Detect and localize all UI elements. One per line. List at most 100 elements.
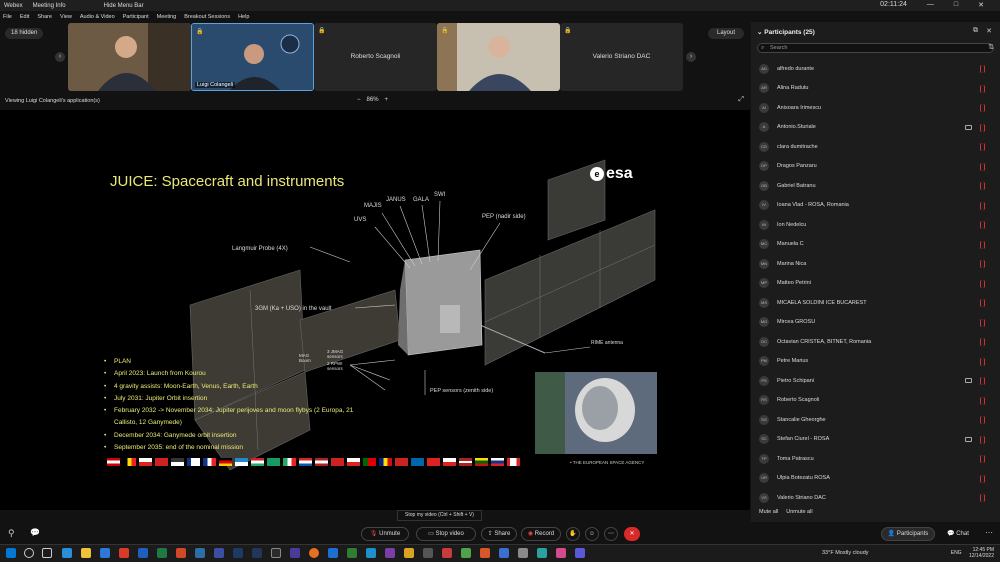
app-icon[interactable]	[499, 548, 509, 558]
app-icon[interactable]	[556, 548, 566, 558]
menu-participant[interactable]: Participant	[123, 14, 149, 20]
participant-row[interactable]: A Antonio.Sturiale	[751, 118, 1000, 138]
leave-meeting-button[interactable]: ✕	[624, 527, 640, 541]
mic-muted-icon[interactable]	[980, 123, 985, 132]
chat-button[interactable]: 💬 Chat	[940, 527, 976, 541]
app-icon[interactable]	[480, 548, 490, 558]
video-tile[interactable]: 🔒 Valerio Striano DAC	[560, 23, 683, 91]
photoshop-icon[interactable]	[252, 548, 262, 558]
edge-icon[interactable]	[62, 548, 72, 558]
captions-icon[interactable]: 💬	[30, 528, 40, 537]
app-icon[interactable]	[575, 548, 585, 558]
mic-muted-icon[interactable]	[980, 104, 985, 112]
participant-row[interactable]: MC Manuela C	[751, 235, 1000, 255]
menu-edit[interactable]: Edit	[20, 14, 29, 20]
mic-muted-icon[interactable]	[980, 162, 985, 171]
participant-row[interactable]: MP Matteo Petrini	[751, 274, 1000, 294]
acrobat-icon[interactable]	[119, 548, 129, 558]
app-icon[interactable]	[347, 548, 357, 558]
participant-row[interactable]: MN Marina Nica	[751, 254, 1000, 274]
participant-row[interactable]: SG Stancalie Gheorghe	[751, 410, 1000, 430]
mic-muted-icon[interactable]	[980, 396, 985, 405]
app-icon[interactable]	[537, 548, 547, 558]
mic-muted-icon[interactable]	[980, 318, 985, 327]
maximize-icon[interactable]: □	[954, 1, 958, 9]
word-icon[interactable]	[138, 548, 148, 558]
tiles-next-icon[interactable]: ›	[686, 52, 696, 62]
participant-row[interactable]: VS Valerio Striano DAC	[751, 488, 1000, 508]
close-panel-icon[interactable]: ✕	[986, 27, 992, 35]
mic-muted-icon[interactable]	[980, 201, 985, 210]
mic-muted-icon[interactable]	[980, 279, 985, 288]
participant-row[interactable]: UR Ulpia Botezatu ROSA	[751, 469, 1000, 489]
popout-icon[interactable]: ⧉	[973, 27, 978, 35]
more-icon[interactable]: ⋯	[985, 528, 993, 537]
excel-icon[interactable]	[157, 548, 167, 558]
fullscreen-icon[interactable]: ⤢	[738, 96, 744, 104]
menu-file[interactable]: File	[3, 14, 12, 20]
mic-muted-icon[interactable]	[980, 221, 985, 229]
video-tile[interactable]: 🔒 Roberto Scagnoli	[314, 23, 437, 91]
zoom-in-icon[interactable]: +	[385, 97, 389, 103]
menu-meeting[interactable]: Meeting	[157, 14, 177, 20]
participant-row[interactable]: GB Gabriel Batranu	[751, 176, 1000, 196]
mic-muted-icon[interactable]	[980, 182, 985, 190]
video-tile-active-speaker[interactable]: 🔒 Luigi Colangeli	[191, 23, 314, 91]
mic-muted-icon[interactable]	[980, 84, 985, 93]
mic-muted-icon[interactable]	[980, 65, 985, 73]
participant-row[interactable]: IN Ion Nedelcu	[751, 215, 1000, 235]
menu-help[interactable]: Help	[238, 14, 249, 20]
webex-icon[interactable]	[328, 548, 338, 558]
powerpoint-icon[interactable]	[176, 548, 186, 558]
language-indicator[interactable]: ENG	[951, 550, 962, 556]
menu-audio-video[interactable]: Audio & Video	[80, 14, 115, 20]
network-icon[interactable]: ⚲	[8, 528, 15, 539]
mail-icon[interactable]	[100, 548, 110, 558]
mic-muted-icon[interactable]	[980, 299, 985, 307]
zoom-out-icon[interactable]: −	[357, 97, 361, 103]
participant-row[interactable]: AD alfredo durante	[751, 59, 1000, 79]
participant-row[interactable]: MS MICAELA SOLDINI ICE BUCAREST	[751, 293, 1000, 313]
app-icon[interactable]	[366, 548, 376, 558]
app-icon[interactable]	[271, 548, 281, 558]
mic-muted-icon[interactable]	[980, 143, 985, 151]
record-button[interactable]: ◉ Record	[521, 527, 561, 541]
participant-row[interactable]: RS Roberto Scagnoli	[751, 391, 1000, 411]
close-icon[interactable]: ✕	[978, 1, 984, 9]
file-explorer-icon[interactable]	[81, 548, 91, 558]
mic-muted-icon[interactable]	[980, 357, 985, 366]
video-tile[interactable]: 🔒	[437, 23, 560, 91]
participant-row[interactable]: AI Anisoara Irimescu	[751, 98, 1000, 118]
weather-widget[interactable]: 33°F Mostly cloudy	[822, 550, 869, 556]
participant-row[interactable]: PM Petre Marius	[751, 352, 1000, 372]
mic-muted-icon[interactable]	[980, 338, 985, 346]
task-view-icon[interactable]	[42, 548, 52, 558]
start-icon[interactable]	[6, 548, 16, 558]
participants-toggle-button[interactable]: 👤 Participants	[881, 527, 935, 541]
outlook-icon[interactable]	[195, 548, 205, 558]
menu-view[interactable]: View	[60, 14, 72, 20]
meeting-info-link[interactable]: Meeting Info	[33, 3, 66, 9]
participant-row[interactable]: PS Pietro Schipani	[751, 371, 1000, 391]
participant-row[interactable]: TP Toma Patrascu	[751, 449, 1000, 469]
mic-muted-icon[interactable]	[980, 416, 985, 424]
mute-all-button[interactable]: Mute all	[759, 509, 778, 515]
app-icon[interactable]	[442, 548, 452, 558]
search-icon[interactable]	[24, 548, 34, 558]
app-icon[interactable]	[461, 548, 471, 558]
hidden-participants-button[interactable]: 18 hidden	[5, 28, 44, 39]
mic-muted-icon[interactable]	[980, 240, 985, 249]
mic-muted-icon[interactable]	[980, 435, 985, 444]
participant-row[interactable]: IV Ioana Vlad - ROSA, Romania	[751, 196, 1000, 216]
minimize-icon[interactable]: —	[927, 1, 934, 9]
layout-button[interactable]: Layout	[708, 28, 744, 39]
participant-row[interactable]: MG Mircea GROSU	[751, 313, 1000, 333]
video-tile[interactable]	[68, 23, 191, 91]
app-icon[interactable]	[423, 548, 433, 558]
tiles-prev-icon[interactable]: ‹	[55, 52, 65, 62]
hide-menu-bar-button[interactable]: Hide Menu Bar	[104, 3, 144, 9]
teams-icon[interactable]	[385, 548, 395, 558]
app-icon[interactable]	[214, 548, 224, 558]
more-options-button[interactable]: ⋯	[604, 527, 618, 541]
sort-icon[interactable]: ⇅	[988, 43, 994, 51]
